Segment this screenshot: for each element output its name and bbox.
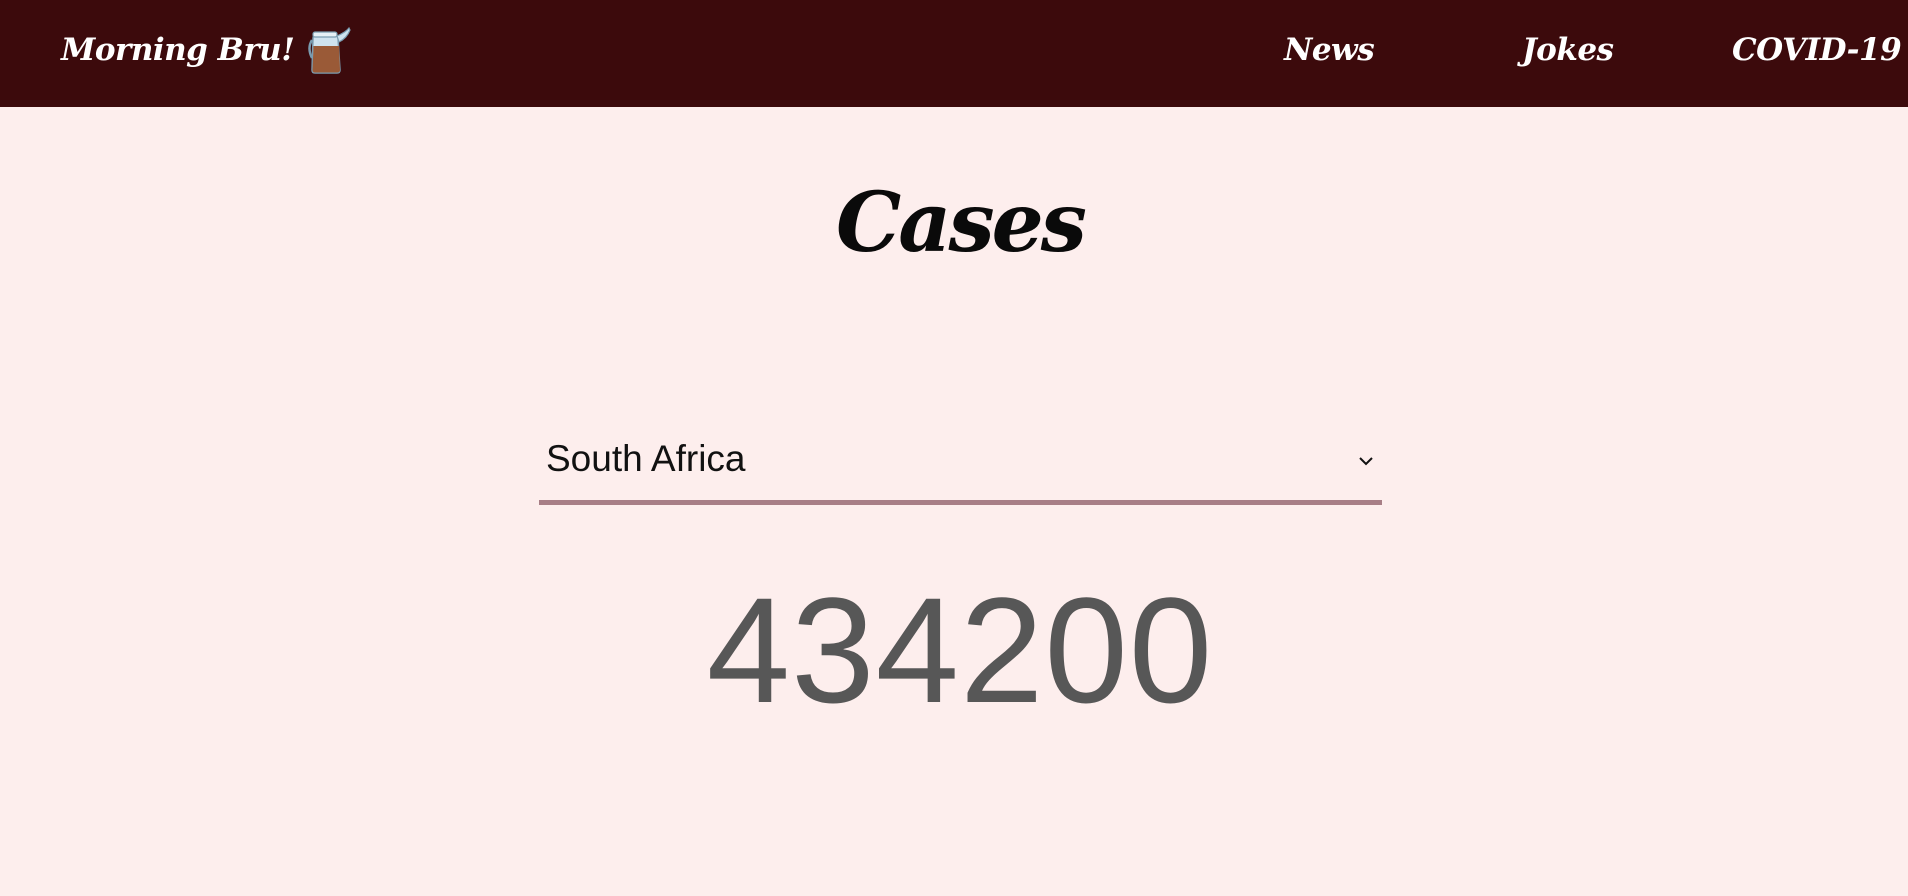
nav-link-news[interactable]: News (1284, 0, 1375, 100)
brand-label: Morning Bru! (61, 32, 295, 68)
brand-link[interactable]: Morning Bru! (61, 0, 352, 100)
country-select[interactable]: South Africa (539, 432, 1382, 505)
country-select-value: South Africa (546, 438, 746, 479)
nav-link-covid[interactable]: COVID-19 (1732, 0, 1902, 100)
coffee-pot-icon (306, 26, 352, 74)
page-title: Cases (836, 175, 1087, 271)
chevron-down-icon (1358, 453, 1374, 469)
case-count: 434200 (706, 566, 1214, 734)
nav-link-jokes[interactable]: Jokes (1522, 0, 1614, 100)
top-navbar: Morning Bru! News Jokes COVID-19 (0, 0, 1908, 107)
